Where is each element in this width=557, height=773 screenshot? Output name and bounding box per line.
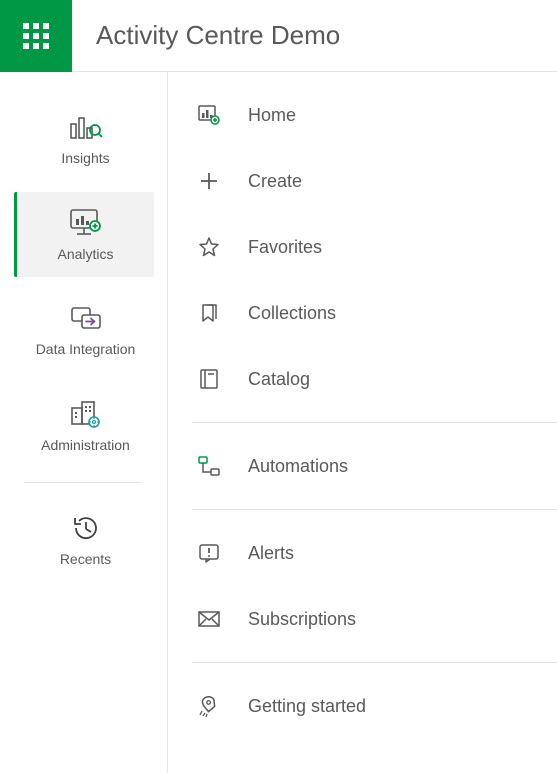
recents-icon — [21, 511, 150, 545]
sidebar-item-label: Analytics — [21, 246, 150, 264]
sidebar-item-insights[interactable]: Insights — [14, 96, 154, 182]
sidebar-divider — [24, 482, 142, 483]
menu-item-home[interactable]: Home — [168, 82, 557, 148]
menu-item-label: Create — [248, 171, 302, 192]
envelope-icon — [196, 606, 222, 632]
menu-item-subscriptions[interactable]: Subscriptions — [168, 586, 557, 652]
analytics-icon — [21, 206, 150, 240]
sidebar-item-label: Insights — [21, 150, 150, 168]
menu-item-label: Subscriptions — [248, 609, 356, 630]
menu-item-favorites[interactable]: Favorites — [168, 214, 557, 280]
menu-item-automations[interactable]: Automations — [168, 433, 557, 499]
menu-item-getting-started[interactable]: Getting started — [168, 673, 557, 739]
administration-icon — [21, 397, 150, 431]
sidebar-item-label: Data Integration — [21, 341, 150, 359]
menu-divider — [192, 422, 557, 423]
menu-item-alerts[interactable]: Alerts — [168, 520, 557, 586]
alert-icon — [196, 540, 222, 566]
sidebar-item-label: Administration — [21, 437, 150, 455]
content-menu: Home Create Favorites — [168, 72, 557, 773]
sidebar-item-label: Recents — [21, 551, 150, 569]
header-bar: Activity Centre Demo — [0, 0, 557, 72]
menu-item-label: Catalog — [248, 369, 310, 390]
sidebar-item-administration[interactable]: Administration — [14, 383, 154, 469]
menu-divider — [192, 662, 557, 663]
sidebar-item-analytics[interactable]: Analytics — [14, 192, 154, 278]
rocket-icon — [196, 693, 222, 719]
bookmarks-icon — [196, 300, 222, 326]
plus-icon — [196, 168, 222, 194]
body: Insights Analytics — [0, 72, 557, 773]
menu-item-label: Automations — [248, 456, 348, 477]
sidebar-item-data-integration[interactable]: Data Integration — [14, 287, 154, 373]
menu-divider — [192, 509, 557, 510]
menu-item-label: Home — [248, 105, 296, 126]
data-integration-icon — [21, 301, 150, 335]
star-icon — [196, 234, 222, 260]
sidebar-item-recents[interactable]: Recents — [14, 497, 154, 583]
menu-item-collections[interactable]: Collections — [168, 280, 557, 346]
menu-item-label: Favorites — [248, 237, 322, 258]
menu-item-create[interactable]: Create — [168, 148, 557, 214]
app-launcher-button[interactable] — [0, 0, 72, 72]
apps-grid-icon — [23, 23, 49, 49]
catalog-icon — [196, 366, 222, 392]
insights-icon — [21, 110, 150, 144]
automations-icon — [196, 453, 222, 479]
menu-item-label: Alerts — [248, 543, 294, 564]
menu-item-label: Getting started — [248, 696, 366, 717]
page-title: Activity Centre Demo — [96, 20, 340, 51]
menu-item-catalog[interactable]: Catalog — [168, 346, 557, 412]
menu-item-label: Collections — [248, 303, 336, 324]
sidebar: Insights Analytics — [0, 72, 168, 773]
home-icon — [196, 102, 222, 128]
